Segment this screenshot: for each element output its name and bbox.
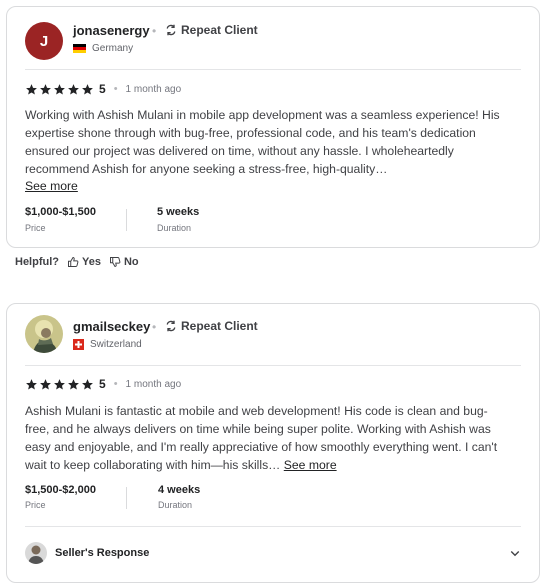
seller-response-toggle[interactable]: Seller's Response [25,540,521,566]
seller-response-label: Seller's Response [55,547,150,559]
badge-label: Repeat Client [181,23,258,37]
helpful-label: Helpful? [15,256,59,268]
star-icon [82,378,93,389]
seller-avatar [25,542,47,564]
review-date: 1 month ago [125,378,182,390]
divider [126,209,127,231]
duration-label: Duration [158,500,193,510]
separator-dot: • [113,378,118,390]
star-icon [68,83,79,94]
rating-row: 5 • 1 month ago [25,377,181,391]
duration-value: 4 weeks [158,484,201,496]
yes-label: Yes [82,256,101,268]
country-label: Switzerland [90,339,142,350]
star-icon [26,378,37,389]
review-card: gmailseckey • Repeat Client Switzerland … [6,303,540,583]
price-label: Price [25,500,46,510]
rating-row: 5 • 1 month ago [25,82,181,96]
star-icon [68,378,79,389]
thumbs-down-icon [109,257,121,267]
repeat-client-badge: Repeat Client [165,319,258,333]
repeat-icon [166,24,176,36]
review-text: Ashish Mulani is fantastic at mobile and… [25,402,511,474]
price-label: Price [25,223,46,233]
helpful-no-button[interactable]: No [109,256,139,268]
seller-avatar-icon [25,542,47,564]
reviewer-country: Germany [73,43,133,54]
separator-dot: • [152,320,157,334]
divider [25,526,521,527]
avatar[interactable]: J [25,22,63,60]
review-body: Ashish Mulani is fantastic at mobile and… [25,404,498,472]
review-text: Working with Ashish Mulani in mobile app… [25,108,500,176]
price-value: $1,000-$1,500 [25,206,96,218]
country-label: Germany [92,43,134,54]
separator-dot: • [152,24,157,38]
divider [126,487,127,509]
germany-flag-icon [73,44,86,53]
separator-dot: • [113,83,118,95]
price-value: $1,500-$2,000 [25,484,96,496]
avatar-photo-icon [25,315,63,353]
star-icon [54,378,65,389]
divider [25,69,521,70]
avatar-initial: J [39,32,49,50]
avatar[interactable] [25,315,63,353]
star-icon [54,83,65,94]
helpful-yes-button[interactable]: Yes [67,256,101,268]
star-icon [40,83,51,94]
review-card: J jonasenergy • Repeat Client Germany 5 … [6,6,540,248]
star-icon [40,378,51,389]
star-rating [25,83,94,96]
review-date: 1 month ago [125,83,182,95]
star-rating [25,378,94,391]
rating-value: 5 [99,377,106,391]
divider [25,365,521,366]
thumbs-up-icon [68,257,79,267]
chevron-down-icon [510,551,520,557]
repeat-client-badge: Repeat Client [165,23,258,37]
badge-label: Repeat Client [181,319,258,333]
duration-value: 5 weeks [157,206,200,218]
reviewer-country: Switzerland [73,339,142,350]
rating-value: 5 [99,82,106,96]
repeat-icon [166,320,176,332]
duration-label: Duration [157,223,192,233]
see-more-link[interactable]: See more [25,179,78,193]
switzerland-flag-icon [73,339,84,350]
helpful-feedback: Helpful? Yes No [15,256,139,268]
star-icon [82,83,93,94]
no-label: No [123,256,139,268]
star-icon [26,83,37,94]
reviewer-username[interactable]: gmailseckey [73,319,150,334]
reviewer-username[interactable]: jonasenergy [73,23,150,38]
see-more-link[interactable]: See more [284,458,337,472]
